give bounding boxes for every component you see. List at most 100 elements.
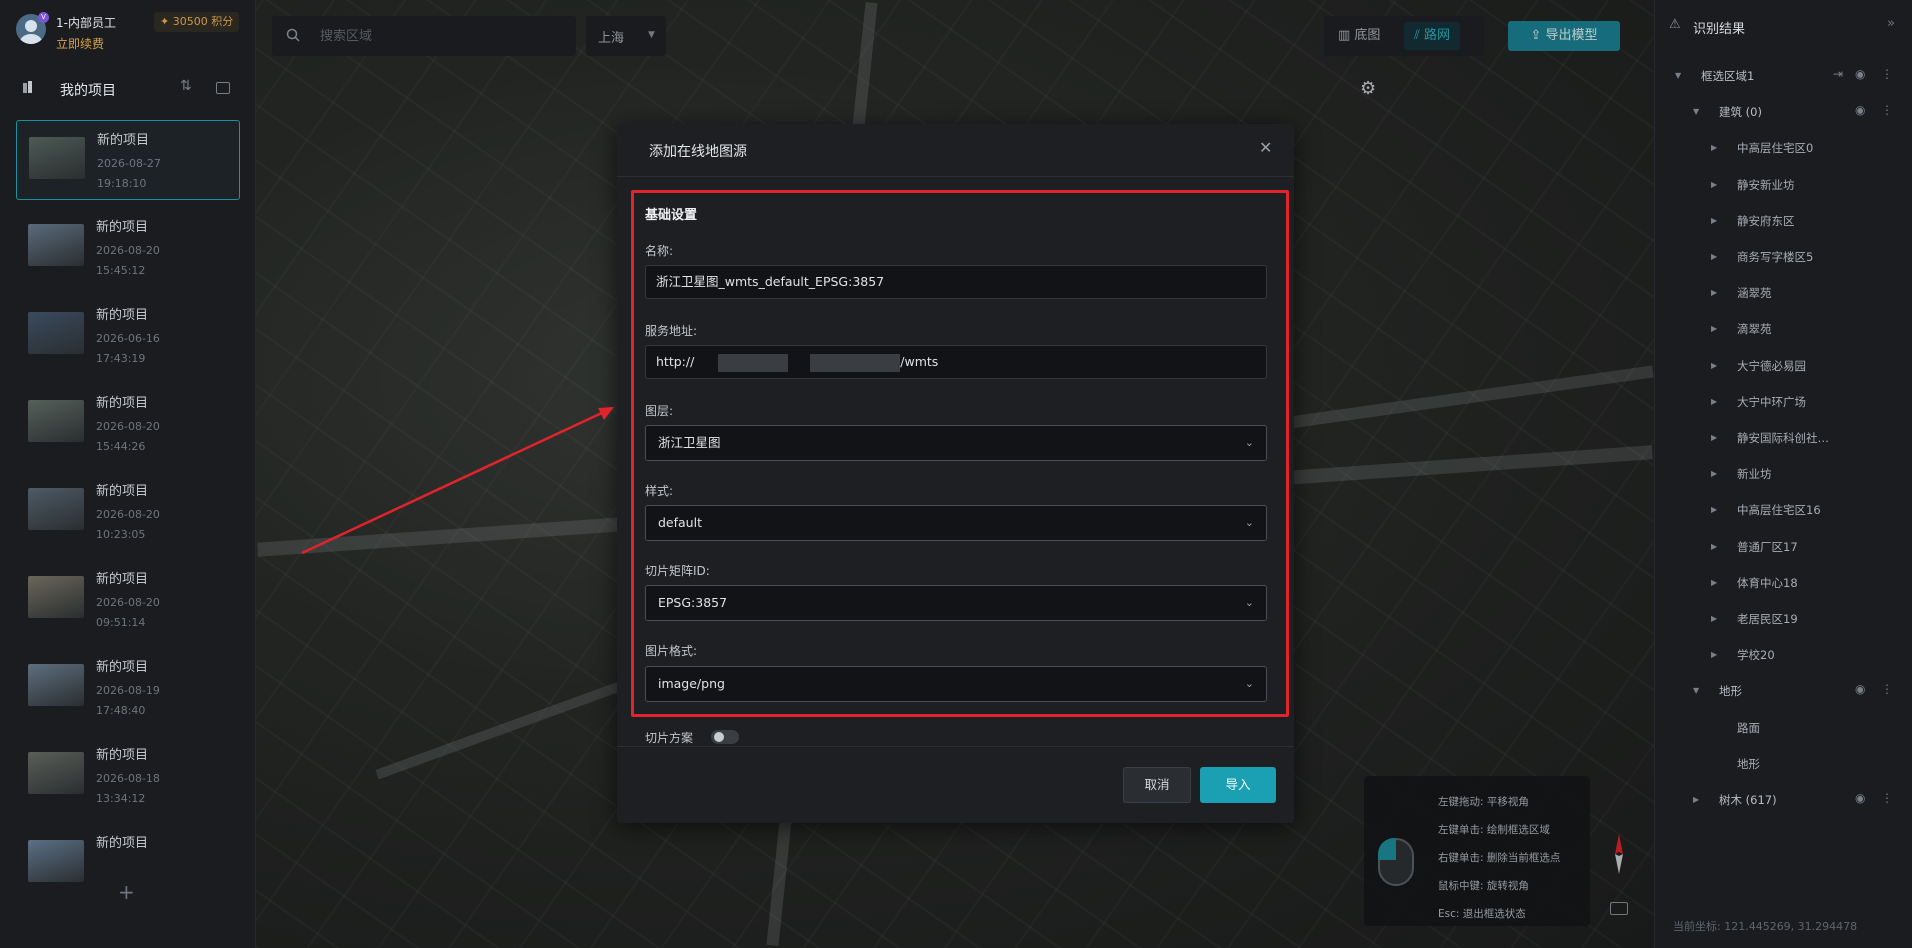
style-label: 样式:: [645, 484, 674, 498]
caret-right-icon[interactable]: ▶: [1711, 180, 1717, 189]
collapse-panel-icon[interactable]: »: [1887, 16, 1895, 31]
tree-node-label: 地形: [1719, 684, 1742, 699]
tile-scheme-toggle[interactable]: [711, 730, 739, 744]
points-value: 30500 积分: [172, 15, 234, 28]
results-title: 识别结果: [1693, 22, 1746, 37]
tile-matrix-label: 切片矩阵ID:: [645, 564, 710, 578]
sort-icon[interactable]: ⇅: [180, 78, 192, 94]
redacted-block: [810, 353, 901, 372]
tree-node-label: 中高层住宅区16: [1737, 503, 1821, 518]
eye-icon[interactable]: ◉: [1855, 67, 1865, 81]
eye-icon[interactable]: ◉: [1855, 791, 1865, 805]
more-icon[interactable]: ⋮: [1881, 682, 1893, 696]
project-time: 15:44:26: [96, 440, 146, 453]
points-badge: ✦ 30500 积分: [154, 12, 240, 32]
project-time: 13:34:12: [96, 792, 146, 805]
project-date: 2026-08-27: [97, 157, 161, 170]
caret-right-icon[interactable]: ▶: [1711, 614, 1717, 623]
vip-badge: V: [38, 12, 49, 23]
project-date: 2026-08-20: [96, 244, 160, 257]
chevron-down-icon: ⌄: [1244, 677, 1254, 690]
tree-node-label: 普通厂区17: [1737, 539, 1798, 554]
image-format-select[interactable]: image/png ⌄: [645, 666, 1267, 702]
user-name: 1-内部员工: [56, 16, 116, 30]
project-card[interactable]: 新的项目 2026-08-20 15:44:26: [16, 384, 240, 464]
user-info: V 1-内部员工 立即续费 ✦ 30500 积分: [0, 0, 256, 60]
tree-node-label: 静安府东区: [1737, 213, 1795, 228]
close-icon[interactable]: ✕: [1259, 138, 1272, 157]
project-time: 19:18:10: [97, 177, 147, 190]
divider: [617, 746, 1294, 747]
project-card[interactable]: 新的项目 2026-08-18 13:34:12: [16, 736, 240, 816]
more-icon[interactable]: ⋮: [1881, 67, 1893, 81]
project-thumbnail: [28, 312, 84, 354]
name-field[interactable]: 浙江卫星图_wmts_default_EPSG:3857: [645, 265, 1267, 299]
caret-right-icon[interactable]: ▶: [1711, 361, 1717, 370]
tile-scheme-label: 切片方案: [645, 731, 694, 745]
more-icon[interactable]: ⋮: [1881, 103, 1893, 117]
project-thumbnail: [28, 488, 84, 530]
project-date: 2026-08-20: [96, 420, 160, 433]
tree-node-label: 商务写字楼区5: [1737, 250, 1814, 264]
project-thumbnail: [28, 400, 84, 442]
caret-right-icon[interactable]: ▶: [1711, 505, 1717, 514]
eye-icon[interactable]: ◉: [1855, 103, 1865, 117]
eye-icon[interactable]: ◉: [1855, 682, 1865, 696]
caret-down-icon[interactable]: ▼: [1675, 71, 1681, 80]
project-name: 新的项目: [97, 133, 150, 148]
tree-node-label: 滴翠苑: [1737, 322, 1772, 337]
caret-right-icon[interactable]: ▶: [1711, 397, 1717, 406]
redacted-block: [718, 353, 789, 372]
add-project-button[interactable]: +: [118, 880, 135, 904]
style-value: default: [658, 515, 702, 530]
caret-right-icon[interactable]: ▶: [1711, 578, 1717, 587]
cancel-button[interactable]: 取消: [1123, 767, 1191, 803]
caret-down-icon[interactable]: ▼: [1693, 107, 1699, 116]
caret-right-icon[interactable]: ▶: [1693, 795, 1699, 804]
tree-node-label: 中高层住宅区0: [1737, 141, 1814, 156]
project-name: 新的项目: [96, 484, 149, 499]
caret-right-icon[interactable]: ▶: [1711, 216, 1717, 225]
tile-matrix-select[interactable]: EPSG:3857 ⌄: [645, 585, 1267, 621]
caret-right-icon[interactable]: ▶: [1711, 252, 1717, 261]
tile-matrix-value: EPSG:3857: [658, 595, 728, 610]
import-button[interactable]: 导入: [1200, 767, 1276, 803]
project-card[interactable]: 新的项目 2026-08-20 10:23:05: [16, 472, 240, 552]
caret-down-icon[interactable]: ▼: [1693, 686, 1699, 695]
projects-header: 我的项目 ⇅: [0, 72, 256, 108]
layer-select[interactable]: 浙江卫星图 ⌄: [645, 425, 1267, 461]
tree-node-label: 静安国际科创社…: [1737, 431, 1829, 445]
project-card[interactable]: 新的项目 2026-06-16 17:43:19: [16, 296, 240, 376]
layer-label: 图层:: [645, 404, 674, 418]
caret-right-icon[interactable]: ▶: [1711, 433, 1717, 442]
project-card[interactable]: 新的项目 2026-08-20 09:51:14: [16, 560, 240, 640]
project-card[interactable]: 新的项目 2026-08-20 15:45:12: [16, 208, 240, 288]
project-thumbnail: [28, 840, 84, 882]
chevron-down-icon: ⌄: [1244, 516, 1254, 529]
renew-link[interactable]: 立即续费: [56, 35, 104, 52]
more-icon[interactable]: ⋮: [1881, 791, 1893, 805]
caret-right-icon[interactable]: ▶: [1711, 288, 1717, 297]
project-card[interactable]: 新的项目 2026-08-27 19:18:10: [16, 120, 240, 200]
layout-toggle-icon[interactable]: [216, 82, 230, 94]
export-region-icon[interactable]: ⇥: [1833, 67, 1843, 81]
caret-right-icon[interactable]: ▶: [1711, 143, 1717, 152]
caret-right-icon[interactable]: ▶: [1711, 650, 1717, 659]
project-name: 新的项目: [96, 660, 149, 675]
style-select[interactable]: default ⌄: [645, 505, 1267, 541]
add-online-map-source-dialog: 添加在线地图源 ✕ 基础设置 名称: 浙江卫星图_wmts_default_EP…: [617, 124, 1294, 823]
layer-value: 浙江卫星图: [658, 435, 721, 450]
project-date: 2026-08-20: [96, 508, 160, 521]
spark-icon: ✦: [160, 15, 173, 28]
project-name: 新的项目: [96, 396, 149, 411]
project-name: 新的项目: [96, 836, 149, 851]
url-suffix: /wmts: [900, 354, 939, 369]
caret-right-icon[interactable]: ▶: [1711, 324, 1717, 333]
section-title: 基础设置: [645, 208, 698, 223]
current-coordinates: 当前坐标: 121.445269, 31.294478: [1673, 920, 1858, 933]
projects-title: 我的项目: [60, 83, 116, 99]
project-card[interactable]: 新的项目 2026-08-19 17:48:40: [16, 648, 240, 728]
caret-right-icon[interactable]: ▶: [1711, 542, 1717, 551]
url-field[interactable]: http:// /wmts: [645, 345, 1267, 379]
caret-right-icon[interactable]: ▶: [1711, 469, 1717, 478]
